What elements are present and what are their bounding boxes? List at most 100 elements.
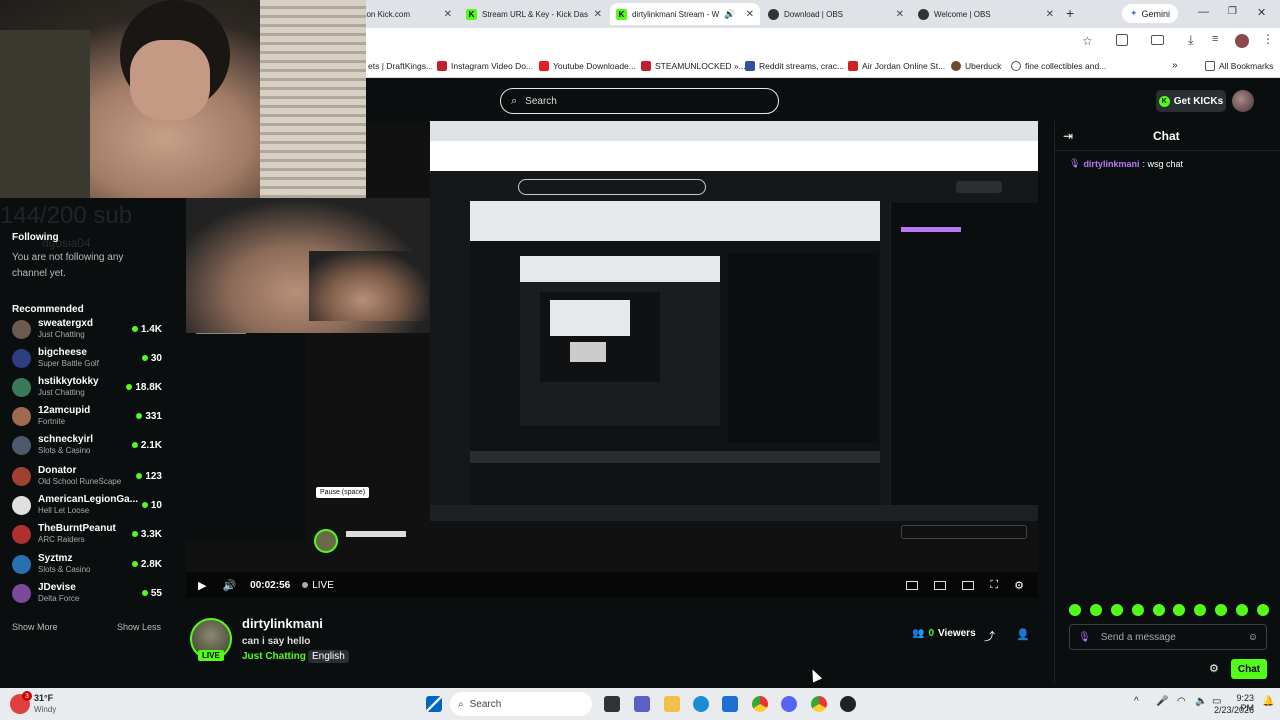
theater-mode-icon[interactable] <box>934 580 947 590</box>
emote-icon[interactable] <box>1194 604 1207 616</box>
play-pause-icon[interactable]: ▶ <box>198 579 206 592</box>
clock-date[interactable]: 2/23/2026 <box>1214 705 1254 715</box>
emote-icon[interactable] <box>1152 604 1165 616</box>
star-icon[interactable]: ☆ <box>1082 34 1093 48</box>
file-explorer-icon[interactable] <box>664 696 680 712</box>
show-less-button[interactable]: Show Less <box>117 622 161 632</box>
speaker-icon[interactable]: 🔈 <box>1195 696 1207 707</box>
windows-start-icon[interactable] <box>426 696 442 712</box>
following-empty-text: You are not following any channel yet. <box>12 252 124 279</box>
bookmark-item[interactable]: Instagram Video Do... <box>437 60 533 71</box>
all-bookmarks[interactable]: All Bookmarks <box>1205 60 1273 71</box>
bookmark-item[interactable]: ets | DraftKings... <box>368 61 433 71</box>
more-menu-icon[interactable]: ⋮ <box>1262 32 1274 46</box>
deep-player <box>540 292 660 382</box>
emote-icon[interactable] <box>1110 604 1123 616</box>
bookmark-item[interactable]: fine collectibles and... <box>1011 60 1106 71</box>
extensions-icon[interactable] <box>1116 34 1128 46</box>
emote-icon[interactable] <box>1236 604 1248 616</box>
tray-overflow-icon[interactable]: ^ <box>1134 696 1139 707</box>
reading-list-icon[interactable]: ≡ <box>1212 33 1218 45</box>
emoji-icon[interactable]: ☺ <box>1248 632 1258 643</box>
cast-icon[interactable] <box>1151 35 1164 45</box>
store-icon[interactable] <box>722 696 738 712</box>
bookmark-item[interactable]: Uberduck <box>951 60 1001 71</box>
emote-icon[interactable] <box>1089 604 1102 616</box>
recommended-channel[interactable]: JDevise Delta Force 55 <box>12 580 162 606</box>
pip-icon[interactable] <box>962 580 975 590</box>
taskbar-search[interactable]: ⌕ Search <box>450 692 592 716</box>
user-avatar[interactable] <box>1232 90 1254 112</box>
share-icon[interactable]: ⤴ <box>984 628 995 644</box>
collapse-chat-icon[interactable]: ⇥ <box>1063 129 1073 143</box>
discord-icon[interactable] <box>781 696 797 712</box>
close-icon[interactable]: ✕ <box>444 9 452 20</box>
emote-icon[interactable] <box>1256 604 1269 616</box>
close-icon[interactable]: ✕ <box>594 9 602 20</box>
recommended-channel[interactable]: Syztmz Slots & Casino 2.8K <box>12 551 162 577</box>
microphone-icon[interactable]: 🎤 <box>1156 696 1168 707</box>
new-tab-button[interactable]: + <box>1066 5 1074 21</box>
settings-gear-icon[interactable]: ⚙ <box>1014 579 1024 592</box>
bookmark-item[interactable]: Reddit streams, crac... <box>745 60 844 71</box>
tab-download-obs[interactable]: Download | OBS ✕ <box>762 3 910 25</box>
chat-input[interactable]: 🎙 Send a message ☺ <box>1069 624 1267 650</box>
bookmark-item[interactable]: Air Jordan Online St... <box>848 60 945 71</box>
captured-tab-bar <box>430 121 1038 141</box>
chrome-profile-icon[interactable] <box>811 696 827 712</box>
volume-icon[interactable]: 🔊 <box>222 579 236 592</box>
recommended-channel[interactable]: Donator Old School RuneScape 123 <box>12 463 162 489</box>
clip-icon[interactable] <box>906 580 919 590</box>
bookmark-item[interactable]: STEAMUNLOCKED »... <box>641 60 746 71</box>
recommended-channel[interactable]: AmericanLegionGa... Hell Let Loose 10 <box>12 492 162 518</box>
close-icon[interactable]: ✕ <box>746 9 754 20</box>
recommended-channel[interactable]: sweatergxd Just Chatting 1.4K <box>12 316 162 342</box>
show-more-button[interactable]: Show More <box>12 622 58 632</box>
obs-icon[interactable] <box>840 696 856 712</box>
follow-user-icon[interactable]: 👤 <box>1016 628 1030 641</box>
fullscreen-icon[interactable]: ⛶ <box>990 579 998 592</box>
jordan-icon <box>848 60 858 71</box>
channel-name[interactable]: dirtylinkmani <box>242 616 323 631</box>
send-chat-button[interactable]: Chat <box>1231 659 1267 679</box>
language-tag[interactable]: English <box>308 650 349 663</box>
close-icon[interactable]: ✕ <box>896 9 904 20</box>
restore-icon[interactable]: ❐ <box>1228 6 1237 17</box>
get-kicks-button[interactable]: K Get KICKs <box>1156 90 1226 112</box>
profile-avatar[interactable] <box>1235 34 1249 48</box>
search-input[interactable]: ⌕ Search <box>500 88 779 114</box>
task-view-icon[interactable] <box>604 696 620 712</box>
window-close-icon[interactable]: ✕ <box>1257 6 1266 19</box>
tab-welcome-obs[interactable]: Welcome | OBS ✕ <box>912 3 1060 25</box>
teams-icon[interactable] <box>634 696 650 712</box>
chrome-icon[interactable] <box>752 696 768 712</box>
notification-bell-icon[interactable]: 🔔 <box>1262 696 1274 707</box>
wifi-icon[interactable]: ◠ <box>1177 696 1186 707</box>
get-kicks-label: Get KICKs <box>1173 95 1224 107</box>
close-icon[interactable]: ✕ <box>1046 9 1054 20</box>
live-label: LIVE <box>312 579 334 591</box>
emote-icon[interactable] <box>1215 604 1228 616</box>
chat-username[interactable]: dirtylinkmani <box>1083 159 1139 169</box>
chat-settings-icon[interactable]: ⚙ <box>1209 662 1219 675</box>
tab-active-stream[interactable]: K dirtylinkmani Stream - W 🔊 ✕ <box>610 3 760 25</box>
tab-stream-url[interactable]: K Stream URL & Key - Kick Das ✕ <box>460 3 608 25</box>
minimize-icon[interactable]: — <box>1198 6 1209 18</box>
stream-category[interactable]: Just Chatting <box>242 651 306 662</box>
bookmarks-overflow-icon[interactable]: » <box>1172 60 1178 71</box>
emote-icon[interactable] <box>1173 604 1186 616</box>
emote-icon[interactable] <box>1131 604 1144 616</box>
emote-icon[interactable] <box>1069 604 1081 616</box>
recommended-channel[interactable]: 12amcupid Fortnite 331 <box>12 403 162 429</box>
recommended-channel[interactable]: TheBurntPeanut ARC Raiders 3.3K <box>12 521 162 547</box>
edge-icon[interactable] <box>693 696 709 712</box>
mic-badge-icon: 🎙 <box>1078 631 1091 643</box>
recommended-channel[interactable]: schneckyirl Slots & Casino 2.1K <box>12 432 162 458</box>
download-icon[interactable]: ⤓ <box>1188 32 1194 48</box>
speaker-icon[interactable]: 🔊 <box>724 9 735 20</box>
gemini-button[interactable]: ✦ Gemini <box>1122 4 1179 23</box>
recommended-channel[interactable]: hstikkytokky Just Chatting 18.8K <box>12 374 162 400</box>
recommended-channel[interactable]: bigcheese Super Battle Golf 30 <box>12 345 162 371</box>
webcam-echo <box>309 251 429 321</box>
bookmark-item[interactable]: Youtube Downloade... <box>539 60 636 71</box>
